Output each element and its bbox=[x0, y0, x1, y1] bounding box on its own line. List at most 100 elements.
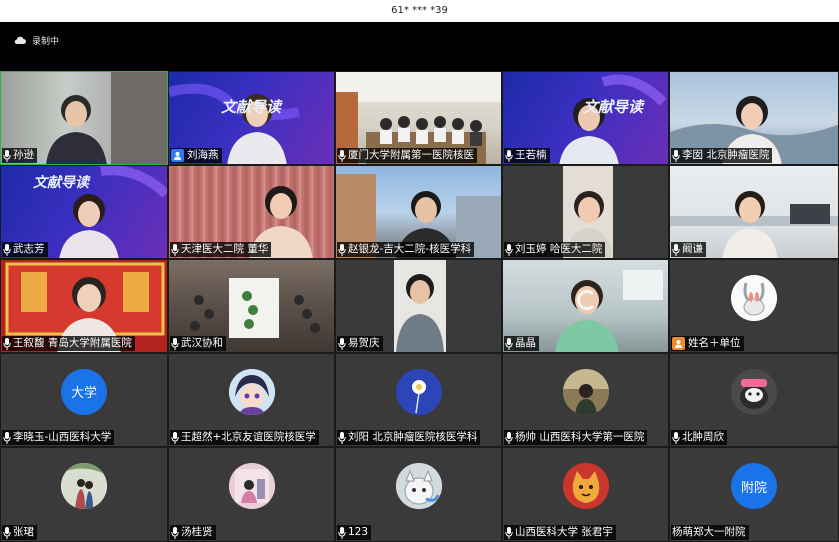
participant-name-label: 刘阳 北京肿瘤医院核医学科 bbox=[337, 430, 481, 445]
avatar: 大学 bbox=[61, 368, 107, 415]
video-grid: 孙逊 文献导读 刘海燕 厦门大学附属第一医院核医 文献导读 王若楠 李囡 北京肿… bbox=[0, 71, 839, 542]
mic-icon bbox=[505, 243, 513, 256]
participant-name-label: 杨萌郑大一附院 bbox=[671, 525, 749, 540]
avatar bbox=[562, 368, 609, 415]
mic-icon bbox=[505, 149, 513, 162]
participant-tile[interactable]: 天津医大二院 董华 bbox=[168, 165, 335, 259]
participant-name-label: 刘玉婷 哈医大二院 bbox=[504, 242, 606, 257]
participant-tile[interactable]: 大学 李晓玉-山西医科大学 bbox=[0, 353, 168, 447]
participant-tile[interactable]: 厦门大学附属第一医院核医 bbox=[335, 71, 502, 165]
participant-name-label: 北肿周欣 bbox=[671, 430, 727, 445]
participant-name-label: 孙逊 bbox=[2, 148, 37, 163]
participant-name-label: 王叙馥 青岛大学附属医院 bbox=[2, 336, 135, 351]
mic-icon bbox=[338, 526, 346, 539]
mic-icon bbox=[672, 243, 680, 256]
participant-name-label: 厦门大学附属第一医院核医 bbox=[337, 148, 477, 163]
avatar: 附院 bbox=[731, 463, 777, 510]
participant-name-label: 李晓玉-山西医科大学 bbox=[2, 430, 115, 445]
meeting-top-bar bbox=[0, 22, 839, 71]
participant-name-label: 杨帅 山西医科大学第一医院 bbox=[504, 430, 648, 445]
mic-icon bbox=[3, 243, 11, 256]
anime-avatar-icon bbox=[228, 368, 275, 415]
mic-icon bbox=[171, 243, 179, 256]
mic-icon bbox=[505, 526, 513, 539]
banner-title: 文献导读 bbox=[583, 98, 644, 116]
mic-icon bbox=[672, 431, 680, 444]
cartoon-avatar-icon bbox=[395, 463, 442, 510]
participant-tile[interactable]: 北肿周欣 bbox=[669, 353, 839, 447]
mic-icon bbox=[338, 431, 346, 444]
participant-tile[interactable]: 王超然+北京友谊医院核医学 bbox=[168, 353, 335, 447]
participant-tile[interactable]: 123 bbox=[335, 447, 502, 542]
loading-spinner bbox=[577, 290, 597, 310]
participant-tile[interactable]: 阚谦 bbox=[669, 165, 839, 259]
participant-name-label: 姓名＋单位 bbox=[671, 336, 744, 351]
banner-title: 文献导读 bbox=[221, 98, 282, 116]
mic-icon bbox=[338, 243, 346, 256]
mic-icon bbox=[338, 337, 346, 350]
participant-name-label: 天津医大二院 董华 bbox=[170, 242, 272, 257]
participant-name-label: 李囡 北京肿瘤医院 bbox=[671, 148, 773, 163]
participant-tile[interactable]: 孙逊 bbox=[0, 71, 168, 165]
participant-tile[interactable]: 山西医科大学 张君宇 bbox=[502, 447, 669, 542]
avatar bbox=[228, 368, 275, 415]
participant-tile[interactable]: 刘玉婷 哈医大二院 bbox=[502, 165, 669, 259]
flower-avatar-icon bbox=[395, 368, 442, 415]
banner-title: 文献导读 bbox=[33, 175, 89, 191]
participant-name-label: 武志芳 bbox=[2, 242, 48, 257]
participant-tile[interactable]: 刘阳 北京肿瘤医院核医学科 bbox=[335, 353, 502, 447]
participant-name-label: 王超然+北京友谊医院核医学 bbox=[170, 430, 319, 445]
mic-icon bbox=[3, 431, 11, 444]
participant-tile[interactable]: 李囡 北京肿瘤医院 bbox=[669, 71, 839, 165]
avatar bbox=[228, 463, 275, 510]
participant-name-label: 张珺 bbox=[2, 525, 37, 540]
host-icon bbox=[171, 149, 184, 162]
participant-name-label: 易贺庆 bbox=[337, 336, 383, 351]
mic-icon bbox=[505, 337, 513, 350]
mic-icon bbox=[672, 149, 680, 162]
participant-tile[interactable]: 晶晶 bbox=[502, 259, 669, 353]
participant-tile[interactable]: 汤桂贤 bbox=[168, 447, 335, 542]
avatar bbox=[395, 368, 442, 415]
participant-tile[interactable]: 易贺庆 bbox=[335, 259, 502, 353]
participant-tile[interactable]: 附院 杨萌郑大一附院 bbox=[669, 447, 839, 542]
host-icon bbox=[672, 337, 685, 350]
participant-tile[interactable]: 文献导读 武志芳 bbox=[0, 165, 168, 259]
cat-avatar-icon bbox=[731, 368, 777, 415]
participant-name-label: 王若楠 bbox=[504, 148, 550, 163]
mic-icon bbox=[505, 431, 513, 444]
mic-icon bbox=[3, 149, 11, 162]
photo-avatar-icon bbox=[228, 463, 275, 510]
participant-tile[interactable]: 杨帅 山西医科大学第一医院 bbox=[502, 353, 669, 447]
photo-avatar-icon bbox=[562, 368, 609, 415]
participant-name-label: 汤桂贤 bbox=[170, 525, 216, 540]
avatar bbox=[61, 463, 107, 510]
participant-tile[interactable]: 姓名＋单位 bbox=[669, 259, 839, 353]
recording-label: 录制中 bbox=[32, 36, 60, 47]
participant-name-label: 赵银龙-吉大二院-核医学科 bbox=[337, 242, 475, 257]
photo-avatar-icon bbox=[61, 463, 107, 510]
status-bar: 61* *** *39 bbox=[0, 0, 839, 22]
recording-indicator[interactable]: 录制中 bbox=[14, 33, 59, 47]
mic-icon bbox=[171, 526, 179, 539]
avatar bbox=[562, 463, 609, 510]
participant-name-label: 刘海燕 bbox=[170, 148, 222, 163]
mic-icon bbox=[171, 431, 179, 444]
participant-name-label: 晶晶 bbox=[504, 336, 539, 351]
participant-tile[interactable]: 文献导读 刘海燕 bbox=[168, 71, 335, 165]
mic-icon bbox=[171, 337, 179, 350]
participant-name-label: 123 bbox=[337, 525, 372, 540]
avatar bbox=[395, 463, 442, 510]
cat-avatar-icon bbox=[562, 463, 609, 510]
participant-tile[interactable]: 武汉协和 bbox=[168, 259, 335, 353]
participant-tile[interactable]: 张珺 bbox=[0, 447, 168, 542]
participant-tile[interactable]: 赵银龙-吉大二院-核医学科 bbox=[335, 165, 502, 259]
participant-name-label: 山西医科大学 张君宇 bbox=[504, 525, 616, 540]
mic-icon bbox=[338, 149, 346, 162]
avatar bbox=[731, 274, 777, 321]
participant-name-label: 武汉协和 bbox=[170, 336, 226, 351]
mic-icon bbox=[3, 526, 11, 539]
participant-tile[interactable]: 王叙馥 青岛大学附属医院 bbox=[0, 259, 168, 353]
avatar bbox=[731, 368, 777, 415]
participant-tile[interactable]: 文献导读 王若楠 bbox=[502, 71, 669, 165]
